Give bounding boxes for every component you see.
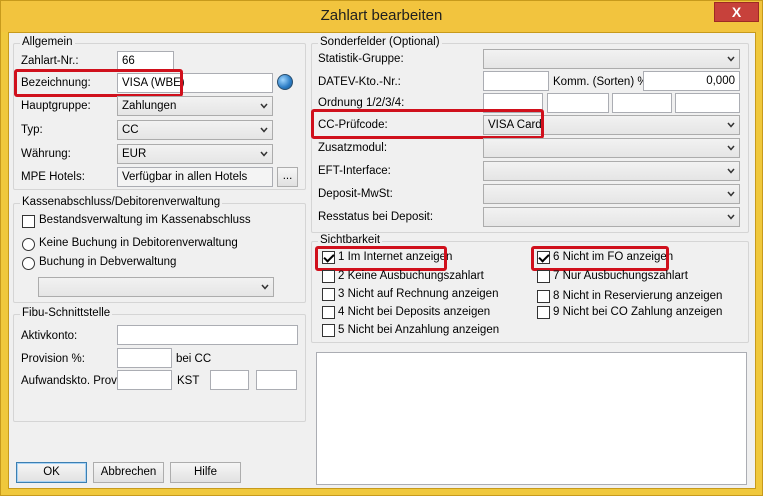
ordnung-input-3[interactable] xyxy=(612,93,672,113)
resstatus-label: Resstatus bei Deposit: xyxy=(318,211,434,223)
deposit-mwst-select[interactable] xyxy=(483,184,740,204)
vis-3-checkbox[interactable] xyxy=(322,288,335,301)
title-bar[interactable]: Zahlart bearbeiten X xyxy=(1,1,762,32)
kst-input-1[interactable] xyxy=(210,370,249,390)
datev-input[interactable] xyxy=(483,71,549,91)
vis-2-checkbox[interactable] xyxy=(322,270,335,283)
group-allgemein-title: Allgemein xyxy=(20,36,75,48)
aufwandskto-input[interactable] xyxy=(117,370,172,390)
kst-label: KST xyxy=(177,375,200,387)
chevron-down-icon xyxy=(260,103,268,109)
aktivkonto-input[interactable] xyxy=(117,325,298,345)
window-title: Zahlart bearbeiten xyxy=(320,7,443,24)
chevron-down-icon xyxy=(260,127,268,133)
zusatzmodul-select[interactable] xyxy=(483,138,740,158)
vis-2-label: 2 Keine Ausbuchungszahlart xyxy=(338,270,484,282)
keine-buchung-label: Keine Buchung in Debitorenverwaltung xyxy=(39,237,238,249)
highlight-vis-1 xyxy=(315,246,447,271)
dialog-window: Zahlart bearbeiten X Allgemein Zahlart-N… xyxy=(0,0,763,496)
eft-interface-select[interactable] xyxy=(483,161,740,181)
highlight-vis-6 xyxy=(531,246,669,271)
vis-5-label: 5 Nicht bei Anzahlung anzeigen xyxy=(338,324,500,336)
chevron-down-icon xyxy=(261,284,269,290)
zusatzmodul-label: Zusatzmodul: xyxy=(318,142,388,154)
typ-select[interactable]: CC xyxy=(117,120,273,140)
eft-interface-label: EFT-Interface: xyxy=(318,165,391,177)
group-fibu-title: Fibu-Schnittstelle xyxy=(20,307,113,319)
abbrechen-button[interactable]: Abbrechen xyxy=(93,462,164,483)
vis-4-label: 4 Nicht bei Deposits anzeigen xyxy=(338,306,491,318)
vis-3-label: 3 Nicht auf Rechnung anzeigen xyxy=(338,288,499,300)
mpe-hotels-field: Verfügbar in allen Hotels xyxy=(117,167,273,187)
statistik-select[interactable] xyxy=(483,49,740,69)
group-sichtbarkeit-title: Sichtbarkeit xyxy=(318,234,383,246)
ordnung-input-2[interactable] xyxy=(547,93,609,113)
waehrung-select[interactable]: EUR xyxy=(117,144,273,164)
provision-input[interactable] xyxy=(117,348,172,368)
keine-buchung-radio[interactable] xyxy=(22,238,35,251)
vis-7-label: 7 Nur Ausbuchungszahlart xyxy=(553,270,688,282)
ordnung-input-4[interactable] xyxy=(675,93,740,113)
bei-cc-label: bei CC xyxy=(176,353,212,365)
mpe-hotels-label: MPE Hotels: xyxy=(21,171,85,183)
waehrung-label: Währung: xyxy=(21,148,71,160)
notes-textarea[interactable] xyxy=(316,352,747,485)
ordnung-label: Ordnung 1/2/3/4: xyxy=(318,97,405,109)
deposit-mwst-label: Deposit-MwSt: xyxy=(318,188,393,200)
aktivkonto-label: Aktivkonto: xyxy=(21,330,78,342)
typ-label: Typ: xyxy=(21,124,43,136)
komm-input[interactable]: 0,000 xyxy=(643,71,740,91)
zahlart-nr-label: Zahlart-Nr.: xyxy=(21,55,79,67)
highlight-bezeichnung xyxy=(14,69,183,97)
vis-9-label: 9 Nicht bei CO Zahlung anzeigen xyxy=(553,306,723,318)
statistik-label: Statistik-Gruppe: xyxy=(318,53,404,65)
chevron-down-icon xyxy=(727,191,735,197)
bestandsverwaltung-checkbox[interactable] xyxy=(22,215,35,228)
highlight-cc-pruefcode xyxy=(311,109,544,139)
resstatus-select[interactable] xyxy=(483,207,740,227)
close-button[interactable]: X xyxy=(714,2,759,22)
debitor-select[interactable] xyxy=(38,277,274,297)
vis-5-checkbox[interactable] xyxy=(322,324,335,337)
vis-7-checkbox[interactable] xyxy=(537,270,550,283)
vis-8-checkbox[interactable] xyxy=(537,290,550,303)
aufwandskto-label: Aufwandskto. Prov. xyxy=(21,375,120,387)
chevron-down-icon xyxy=(727,168,735,174)
vis-9-checkbox[interactable] xyxy=(537,306,550,319)
waehrung-value: EUR xyxy=(122,148,147,160)
hauptgruppe-select[interactable]: Zahlungen xyxy=(117,96,273,116)
zahlart-nr-input[interactable]: 66 xyxy=(117,51,174,71)
vis-8-label: 8 Nicht in Reservierung anzeigen xyxy=(553,290,723,302)
typ-value: CC xyxy=(122,124,139,136)
dialog-client: Allgemein Zahlart-Nr.: 66 Bezeichnung: V… xyxy=(8,32,756,489)
group-sonderfelder-title: Sonderfelder (Optional) xyxy=(318,36,442,48)
globe-icon[interactable] xyxy=(277,74,293,90)
datev-label: DATEV-Kto.-Nr.: xyxy=(318,76,401,88)
chevron-down-icon xyxy=(727,214,735,220)
chevron-down-icon xyxy=(727,56,735,62)
chevron-down-icon xyxy=(727,122,735,128)
hauptgruppe-label: Hauptgruppe: xyxy=(21,100,91,112)
group-kassen-title: Kassenabschluss/Debitorenverwaltung xyxy=(20,196,223,208)
ok-button[interactable]: OK xyxy=(16,462,87,483)
komm-label: Komm. (Sorten) %: xyxy=(553,76,651,88)
chevron-down-icon xyxy=(727,145,735,151)
buchung-deb-radio[interactable] xyxy=(22,257,35,270)
buchung-deb-label: Buchung in Debverwaltung xyxy=(39,256,177,268)
provision-label: Provision %: xyxy=(21,353,85,365)
hauptgruppe-value: Zahlungen xyxy=(122,100,177,112)
mpe-browse-button[interactable]: ... xyxy=(277,167,298,187)
hilfe-button[interactable]: Hilfe xyxy=(170,462,241,483)
chevron-down-icon xyxy=(260,151,268,157)
vis-4-checkbox[interactable] xyxy=(322,306,335,319)
bestandsverwaltung-label: Bestandsverwaltung im Kassenabschluss xyxy=(39,214,251,226)
kst-input-2[interactable] xyxy=(256,370,297,390)
